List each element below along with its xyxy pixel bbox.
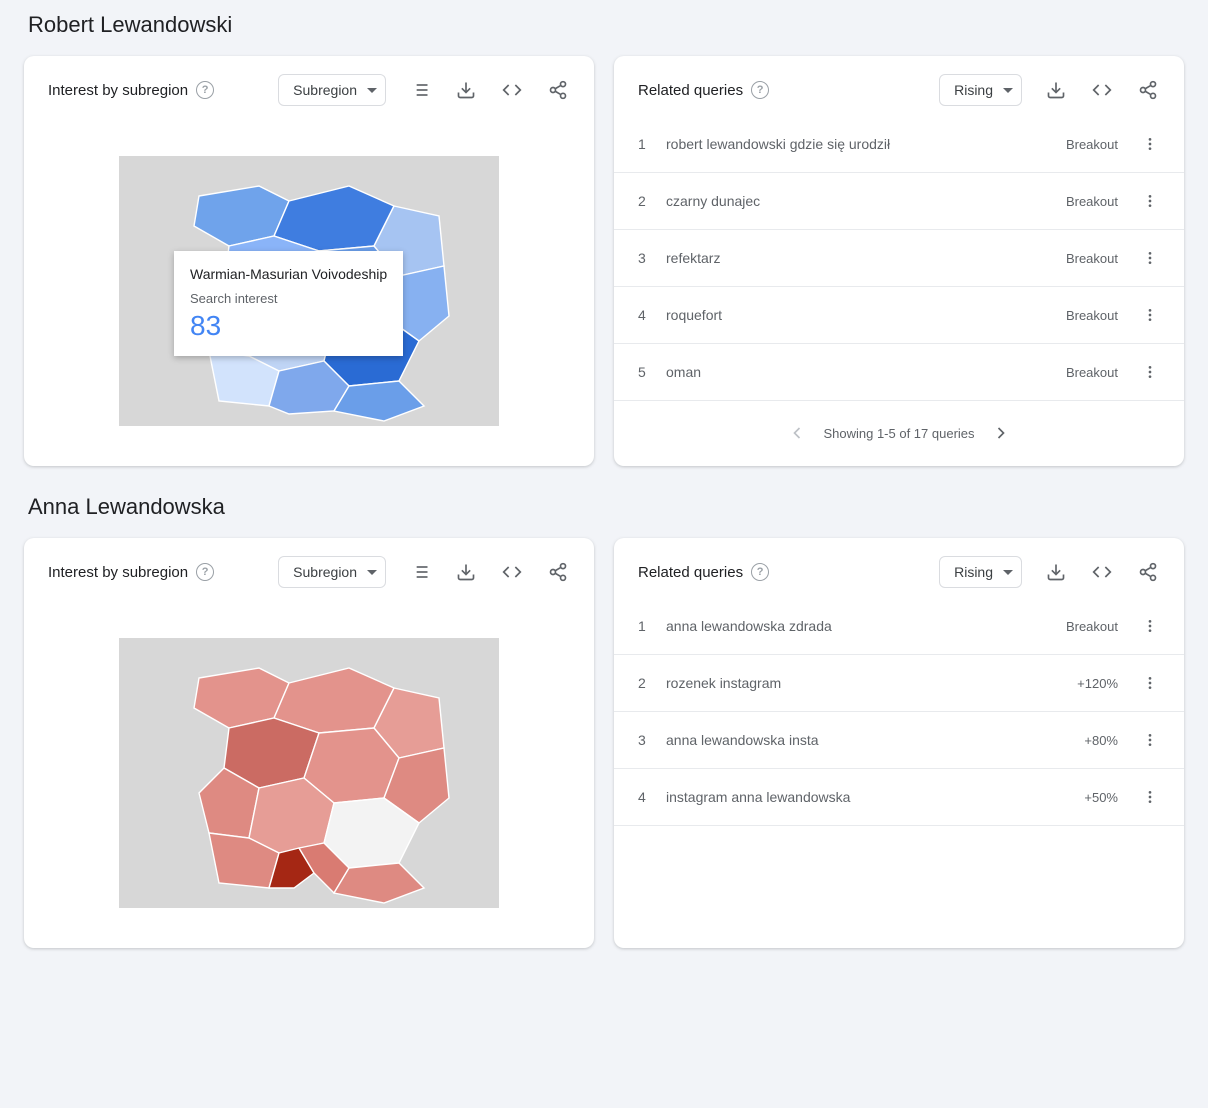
queries-list: 1 anna lewandowska zdrada Breakout 2 rozenek… — [614, 598, 1184, 826]
pager: Showing 1-5 of 17 queries — [614, 401, 1184, 465]
more-icon[interactable] — [1140, 730, 1160, 750]
share-icon[interactable] — [546, 560, 570, 584]
query-text[interactable]: refektarz — [666, 250, 1050, 266]
query-rank: 4 — [638, 307, 650, 323]
related-queries-card: Related queries ? Rising 1 robert lewando… — [614, 56, 1184, 466]
query-text[interactable]: oman — [666, 364, 1050, 380]
more-icon[interactable] — [1140, 673, 1160, 693]
query-text[interactable]: robert lewandowski gdzie się urodził — [666, 136, 1050, 152]
share-icon[interactable] — [1136, 78, 1160, 102]
query-rank: 1 — [638, 618, 650, 634]
more-icon[interactable] — [1140, 362, 1160, 382]
subregion-dropdown[interactable]: Subregion — [278, 556, 386, 588]
query-value: Breakout — [1066, 365, 1118, 380]
download-icon[interactable] — [1044, 78, 1068, 102]
list-view-icon[interactable] — [408, 560, 432, 584]
more-icon[interactable] — [1140, 305, 1160, 325]
help-icon[interactable]: ? — [751, 81, 769, 99]
query-value: Breakout — [1066, 251, 1118, 266]
map-chart[interactable] — [24, 598, 594, 948]
dropdown-label: Rising — [954, 82, 993, 98]
tooltip-region: Warmian-Masurian Voivodeship — [190, 265, 387, 283]
query-row[interactable]: 3 refektarz Breakout — [614, 230, 1184, 287]
query-text[interactable]: rozenek instagram — [666, 675, 1061, 691]
query-value: +120% — [1077, 676, 1118, 691]
query-text[interactable]: anna lewandowska insta — [666, 732, 1068, 748]
tooltip-label: Search interest — [190, 291, 387, 306]
more-icon[interactable] — [1140, 134, 1160, 154]
query-row[interactable]: 2 rozenek instagram +120% — [614, 655, 1184, 712]
query-rank: 1 — [638, 136, 650, 152]
embed-icon[interactable] — [500, 560, 524, 584]
list-view-icon[interactable] — [408, 78, 432, 102]
share-icon[interactable] — [546, 78, 570, 102]
embed-icon[interactable] — [1090, 78, 1114, 102]
interest-by-subregion-card: Interest by subregion ? Subregion — [24, 56, 594, 466]
dropdown-label: Subregion — [293, 564, 357, 580]
more-icon[interactable] — [1140, 191, 1160, 211]
query-rank: 5 — [638, 364, 650, 380]
query-value: Breakout — [1066, 619, 1118, 634]
card-title: Interest by subregion — [48, 82, 188, 99]
share-icon[interactable] — [1136, 560, 1160, 584]
query-rank: 3 — [638, 732, 650, 748]
subregion-dropdown[interactable]: Subregion — [278, 74, 386, 106]
query-row[interactable]: 1 robert lewandowski gdzie się urodził Bre… — [614, 116, 1184, 173]
rising-dropdown[interactable]: Rising — [939, 74, 1022, 106]
chevron-down-icon — [1003, 88, 1013, 93]
pager-text: Showing 1-5 of 17 queries — [823, 426, 974, 441]
related-queries-card: Related queries ? Rising 1 anna lewandows… — [614, 538, 1184, 948]
query-row[interactable]: 3 anna lewandowska insta +80% — [614, 712, 1184, 769]
dropdown-label: Subregion — [293, 82, 357, 98]
rising-dropdown[interactable]: Rising — [939, 556, 1022, 588]
map-tooltip: Warmian-Masurian Voivodeship Search inte… — [174, 251, 403, 356]
query-rank: 2 — [638, 675, 650, 691]
query-row[interactable]: 4 instagram anna lewandowska +50% — [614, 769, 1184, 826]
more-icon[interactable] — [1140, 787, 1160, 807]
prev-page-icon[interactable] — [785, 421, 809, 445]
query-value: +50% — [1084, 790, 1118, 805]
card-title: Related queries — [638, 82, 743, 99]
download-icon[interactable] — [454, 560, 478, 584]
query-row[interactable]: 1 anna lewandowska zdrada Breakout — [614, 598, 1184, 655]
chevron-down-icon — [367, 570, 377, 575]
download-icon[interactable] — [1044, 560, 1068, 584]
query-value: Breakout — [1066, 308, 1118, 323]
queries-list: 1 robert lewandowski gdzie się urodził Bre… — [614, 116, 1184, 401]
query-row[interactable]: 5 oman Breakout — [614, 344, 1184, 401]
embed-icon[interactable] — [500, 78, 524, 102]
query-rank: 2 — [638, 193, 650, 209]
card-title: Interest by subregion — [48, 564, 188, 581]
tooltip-value: 83 — [190, 310, 387, 342]
query-value: Breakout — [1066, 137, 1118, 152]
query-rank: 3 — [638, 250, 650, 266]
next-page-icon[interactable] — [989, 421, 1013, 445]
query-text[interactable]: roquefort — [666, 307, 1050, 323]
query-value: +80% — [1084, 733, 1118, 748]
chevron-down-icon — [1003, 570, 1013, 575]
query-text[interactable]: anna lewandowska zdrada — [666, 618, 1050, 634]
query-value: Breakout — [1066, 194, 1118, 209]
embed-icon[interactable] — [1090, 560, 1114, 584]
interest-by-subregion-card: Interest by subregion ? Subregion — [24, 538, 594, 948]
help-icon[interactable]: ? — [196, 81, 214, 99]
query-text[interactable]: instagram anna lewandowska — [666, 789, 1068, 805]
query-text[interactable]: czarny dunajec — [666, 193, 1050, 209]
card-title: Related queries — [638, 564, 743, 581]
chevron-down-icon — [367, 88, 377, 93]
section-title: Anna Lewandowska — [28, 494, 1184, 520]
query-rank: 4 — [638, 789, 650, 805]
help-icon[interactable]: ? — [196, 563, 214, 581]
dropdown-label: Rising — [954, 564, 993, 580]
map-chart[interactable]: Warmian-Masurian Voivodeship Search inte… — [24, 116, 594, 466]
more-icon[interactable] — [1140, 248, 1160, 268]
download-icon[interactable] — [454, 78, 478, 102]
query-row[interactable]: 2 czarny dunajec Breakout — [614, 173, 1184, 230]
more-icon[interactable] — [1140, 616, 1160, 636]
section-title: Robert Lewandowski — [28, 12, 1184, 38]
query-row[interactable]: 4 roquefort Breakout — [614, 287, 1184, 344]
help-icon[interactable]: ? — [751, 563, 769, 581]
